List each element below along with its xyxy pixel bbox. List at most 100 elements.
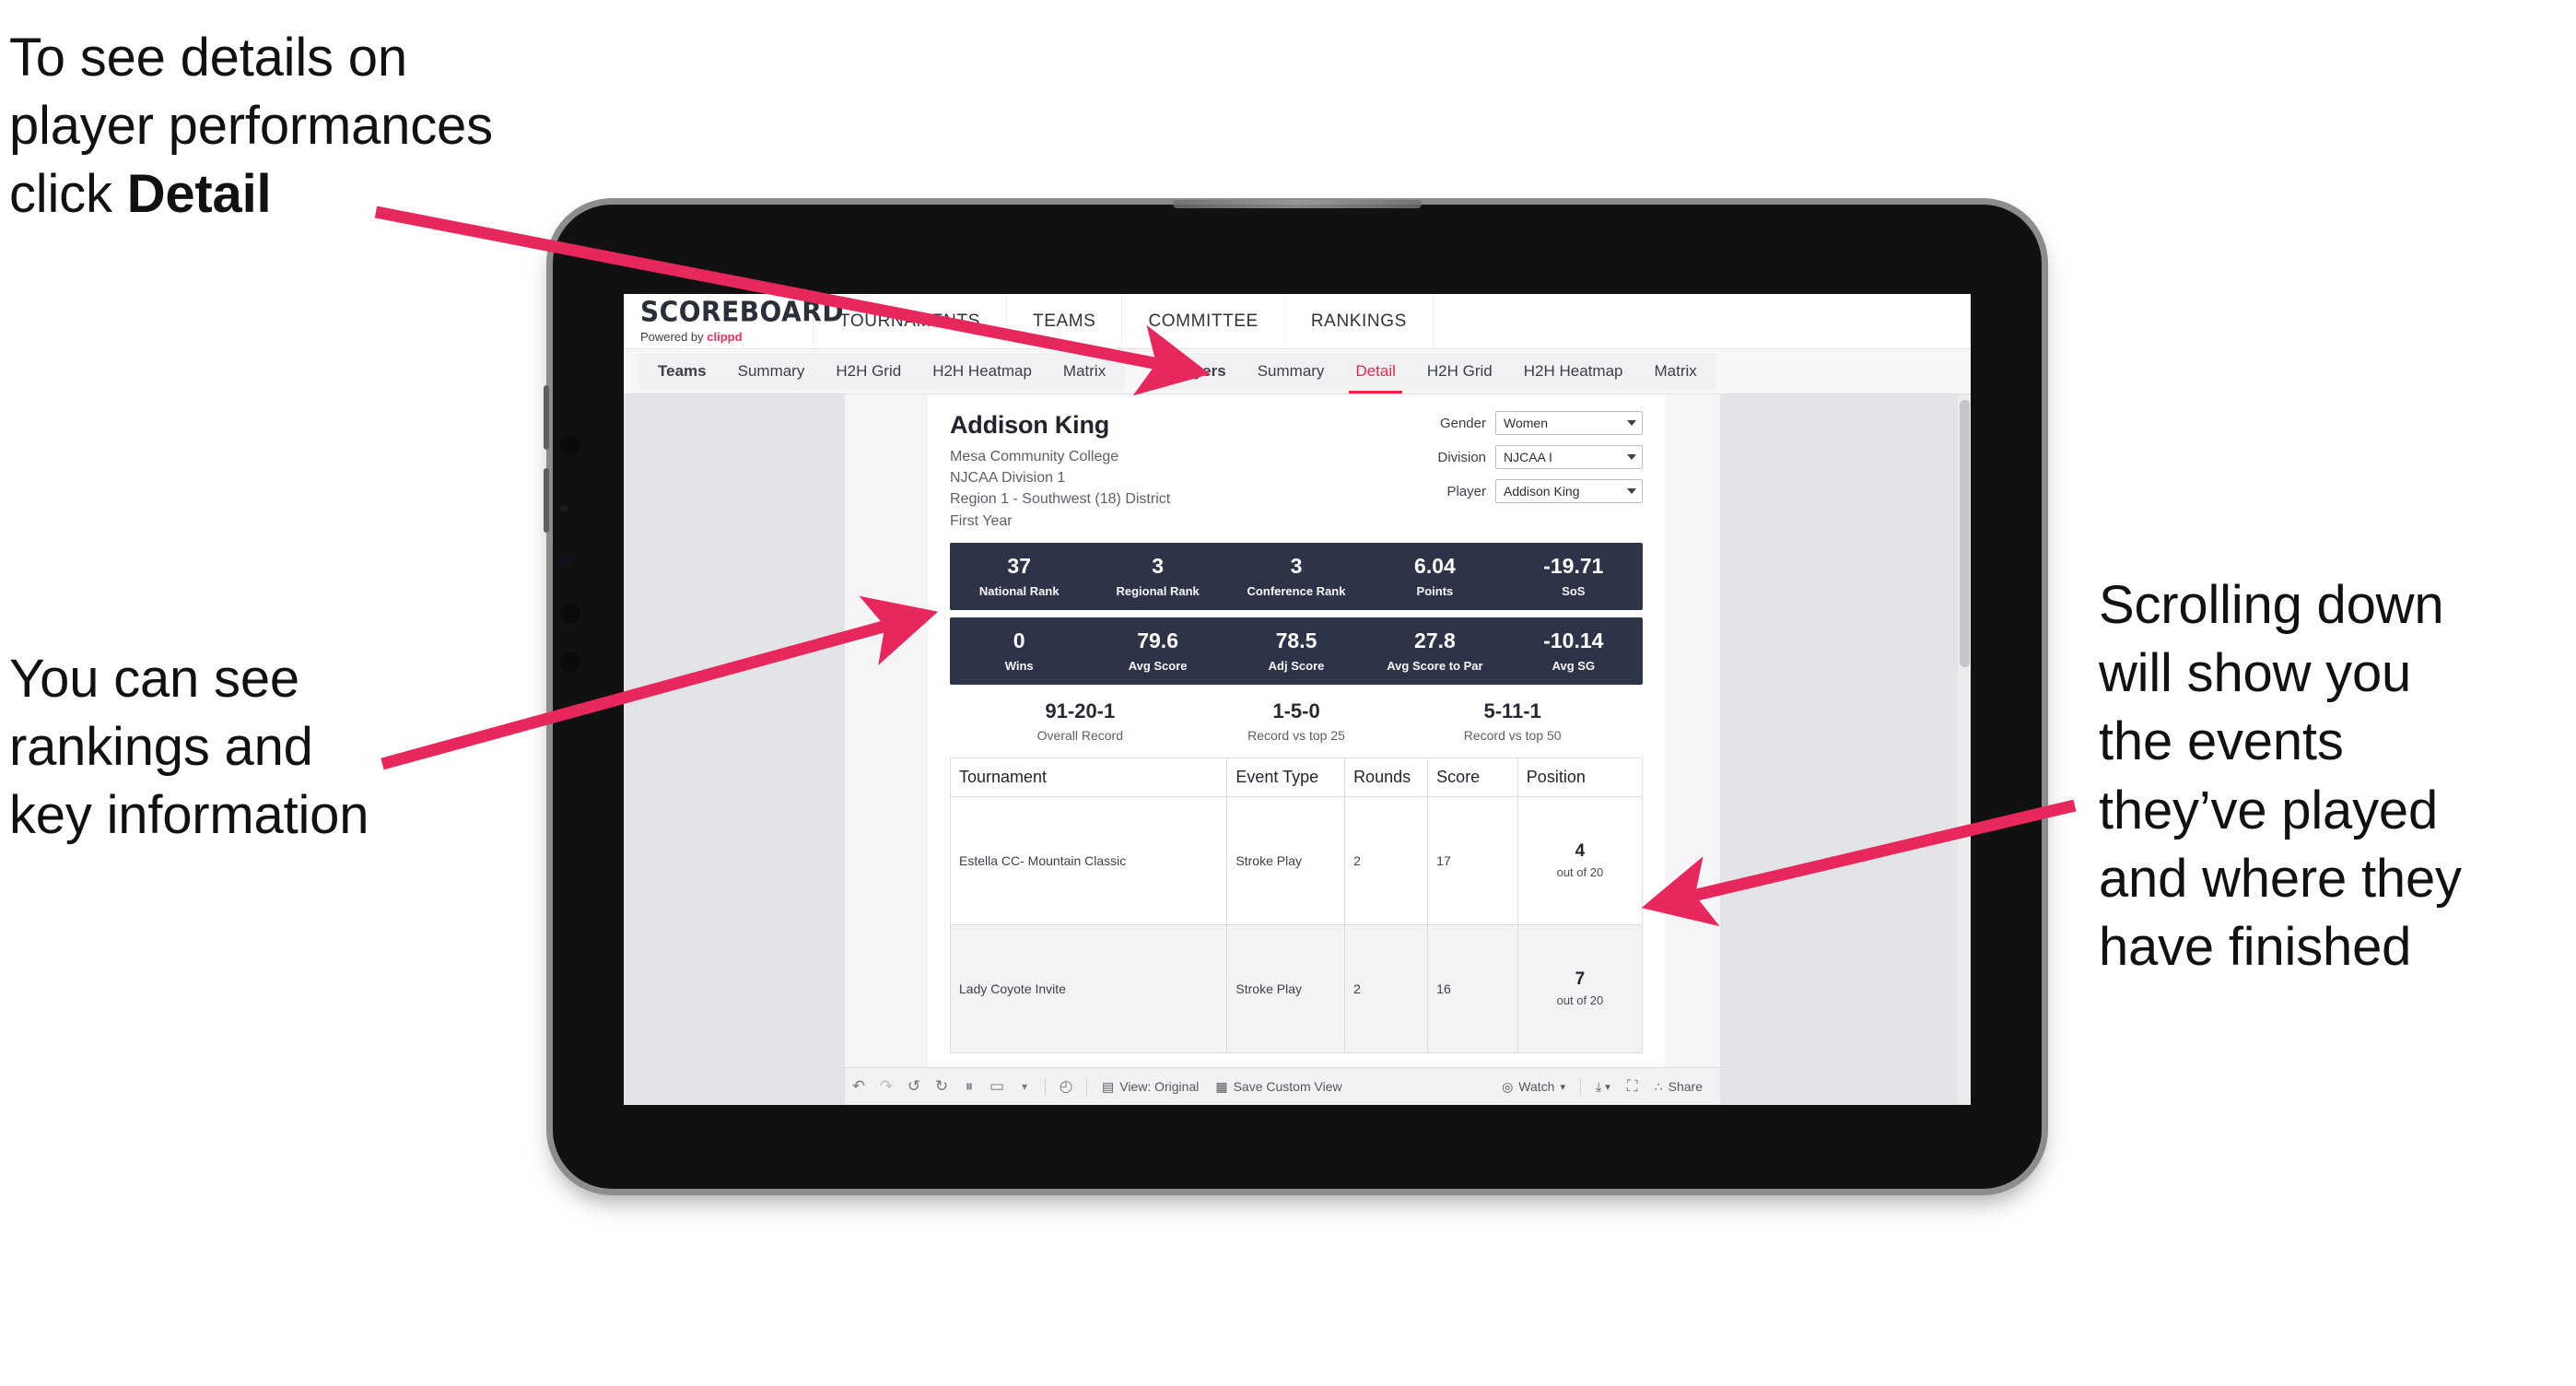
download-button[interactable]: ⤓ ▾ <box>1587 1079 1619 1095</box>
filter-label-division: Division <box>1437 449 1486 465</box>
record-label: Record vs top 25 <box>1247 727 1345 743</box>
stat-label: Avg Score to Par <box>1387 658 1483 673</box>
column-header-score[interactable]: Score <box>1427 757 1518 797</box>
player-region: Region 1 - Southwest (18) District <box>950 491 1171 508</box>
redo-icon[interactable]: ↷ <box>872 1074 900 1099</box>
sub-tab-teams-summary[interactable]: Summary <box>722 353 821 390</box>
sub-tab-players[interactable]: Players <box>1154 353 1242 390</box>
stat-label: Points <box>1416 583 1454 598</box>
loop-icon[interactable]: ▭ <box>983 1074 1011 1099</box>
record-vs-top-50: 5-11-1 Record vs top 50 <box>1404 699 1621 743</box>
cell-tournament: Estella CC- Mountain Classic <box>949 795 1228 925</box>
refresh-icon[interactable]: ↻ <box>928 1074 955 1099</box>
sub-tab-teams-h2h-heatmap[interactable]: H2H Heatmap <box>917 353 1048 390</box>
dashboard-canvas: Addison King Mesa Community College NJCA… <box>624 394 1971 1105</box>
callout-detail-instruction: To see details on player performances cl… <box>9 24 617 229</box>
top-nav-item-teams[interactable]: TEAMS <box>1007 294 1123 348</box>
player-year: First Year <box>950 512 1013 529</box>
sub-tab-group-players: Players Summary Detail H2H Grid H2H Heat… <box>1151 353 1716 393</box>
sub-tab-group-teams: Teams Summary H2H Grid H2H Heatmap Matri… <box>638 353 1126 390</box>
callout-3-line-2: will show you <box>2099 643 2412 704</box>
record-overall: 91-20-1 Overall Record <box>972 699 1188 743</box>
sub-tab-players-matrix[interactable]: Matrix <box>1638 353 1712 390</box>
record-value: 5-11-1 <box>1483 699 1541 722</box>
stat-value: 79.6 <box>1137 628 1178 652</box>
position-value: 4 <box>1575 841 1586 862</box>
sub-tab-teams[interactable]: Teams <box>642 353 722 390</box>
vertical-scrollbar[interactable] <box>1958 394 1971 1105</box>
stat-sos: -19.71 SoS <box>1505 543 1643 610</box>
sub-tab-teams-matrix[interactable]: Matrix <box>1048 353 1121 390</box>
app-logo[interactable]: SCOREBOARD Powered by clippd <box>624 294 844 348</box>
cell-score: 16 <box>1427 923 1518 1053</box>
watch-icon: ◎ <box>1502 1078 1514 1094</box>
record-label: Record vs top 50 <box>1463 727 1562 743</box>
undo-icon[interactable]: ↶ <box>845 1074 872 1099</box>
download-icon: ⤓ <box>1595 1078 1602 1094</box>
app-top-bar: SCOREBOARD Powered by clippd TOURNAMENTS… <box>624 294 1971 349</box>
slide-canvas: To see details on player performances cl… <box>0 0 2576 1386</box>
filter-row-player: Player Addison King <box>1420 479 1643 503</box>
tablet-mic-secondary <box>560 652 580 673</box>
stat-label: SoS <box>1562 583 1586 598</box>
save-view-icon: ▦ <box>1215 1078 1228 1094</box>
record-vs-top-25: 1-5-0 Record vs top 25 <box>1188 699 1405 743</box>
stat-value: 6.04 <box>1414 553 1456 578</box>
callout-3-line-3: the events <box>2099 711 2344 772</box>
column-header-event-type[interactable]: Event Type <box>1226 757 1346 797</box>
stat-label: Avg SG <box>1551 658 1596 673</box>
stat-regional-rank: 3 Regional Rank <box>1088 543 1226 610</box>
fullscreen-icon[interactable]: ⛶ <box>1619 1074 1646 1099</box>
brand-clippd-name: clippd <box>707 329 743 344</box>
stat-label: Avg Score <box>1128 658 1188 673</box>
filter-row-gender: Gender Women <box>1420 411 1643 435</box>
sub-tab-players-h2h-heatmap[interactable]: H2H Heatmap <box>1508 353 1639 390</box>
view-original-button[interactable]: ▤ View: Original <box>1094 1079 1207 1095</box>
sub-tab-teams-h2h-grid[interactable]: H2H Grid <box>820 353 917 390</box>
pause-auto-update-icon[interactable]: ⏸ <box>955 1074 983 1099</box>
stat-label: Wins <box>1004 658 1034 673</box>
chevron-down-icon[interactable]: ▾ <box>1011 1074 1038 1099</box>
top-nav-item-committee[interactable]: COMMITTEE <box>1122 294 1285 348</box>
callout-3-line-4: they’ve played <box>2099 780 2438 840</box>
toolbar-divider <box>1086 1078 1087 1095</box>
events-table-header-row: Tournament Event Type Rounds Score Posit… <box>949 757 1644 797</box>
tablet-speaker-grille <box>1173 200 1422 208</box>
stat-value: -19.71 <box>1543 553 1604 578</box>
revert-icon[interactable]: ↺ <box>900 1074 928 1099</box>
scrollbar-thumb[interactable] <box>1960 400 1970 667</box>
chevron-down-icon <box>1627 454 1636 460</box>
tablet-led-indicator <box>560 555 572 567</box>
player-name: Addison King <box>950 411 1110 439</box>
tablet-front-camera <box>560 435 580 455</box>
share-button[interactable]: ∴ Share <box>1646 1079 1711 1095</box>
record-value: 91-20-1 <box>1045 699 1116 722</box>
sub-tab-players-detail[interactable]: Detail <box>1340 353 1411 393</box>
stat-label: Conference Rank <box>1247 583 1346 598</box>
brand-powered-prefix: Powered by <box>640 329 708 344</box>
stat-adj-score: 78.5 Adj Score <box>1227 617 1365 685</box>
column-header-tournament[interactable]: Tournament <box>949 757 1228 797</box>
tablet-screen: SCOREBOARD Powered by clippd TOURNAMENTS… <box>624 294 1971 1105</box>
stat-value: 27.8 <box>1414 628 1456 652</box>
sub-tab-players-h2h-grid[interactable]: H2H Grid <box>1411 353 1508 390</box>
app-sub-tab-bar: Teams Summary H2H Grid H2H Heatmap Matri… <box>624 349 1971 394</box>
column-header-rounds[interactable]: Rounds <box>1344 757 1429 797</box>
save-custom-view-button[interactable]: ▦ Save Custom View <box>1207 1079 1350 1095</box>
filter-select-player[interactable]: Addison King <box>1495 479 1643 503</box>
column-header-position[interactable]: Position <box>1516 757 1644 797</box>
toolbar-divider <box>1579 1078 1581 1095</box>
chevron-down-icon: ▾ <box>1605 1081 1610 1093</box>
player-division: NJCAA Division 1 <box>950 470 1066 487</box>
top-nav-item-rankings[interactable]: RANKINGS <box>1285 294 1434 348</box>
player-meta: Mesa Community College NJCAA Division 1 … <box>950 446 1170 532</box>
filter-row-division: Division NJCAA I <box>1420 445 1643 469</box>
watch-button[interactable]: ◎ Watch ▾ <box>1493 1079 1574 1095</box>
table-row[interactable]: Estella CC- Mountain Classic Stroke Play… <box>949 795 1644 925</box>
filter-select-gender[interactable]: Women <box>1495 411 1643 435</box>
filter-select-division[interactable]: NJCAA I <box>1495 445 1643 469</box>
slow-connection-icon[interactable]: ◴ <box>1052 1074 1080 1099</box>
sub-tab-players-summary[interactable]: Summary <box>1242 353 1341 390</box>
table-row[interactable]: Lady Coyote Invite Stroke Play 2 16 7 ou… <box>949 923 1644 1053</box>
stat-wins: 0 Wins <box>950 617 1088 685</box>
